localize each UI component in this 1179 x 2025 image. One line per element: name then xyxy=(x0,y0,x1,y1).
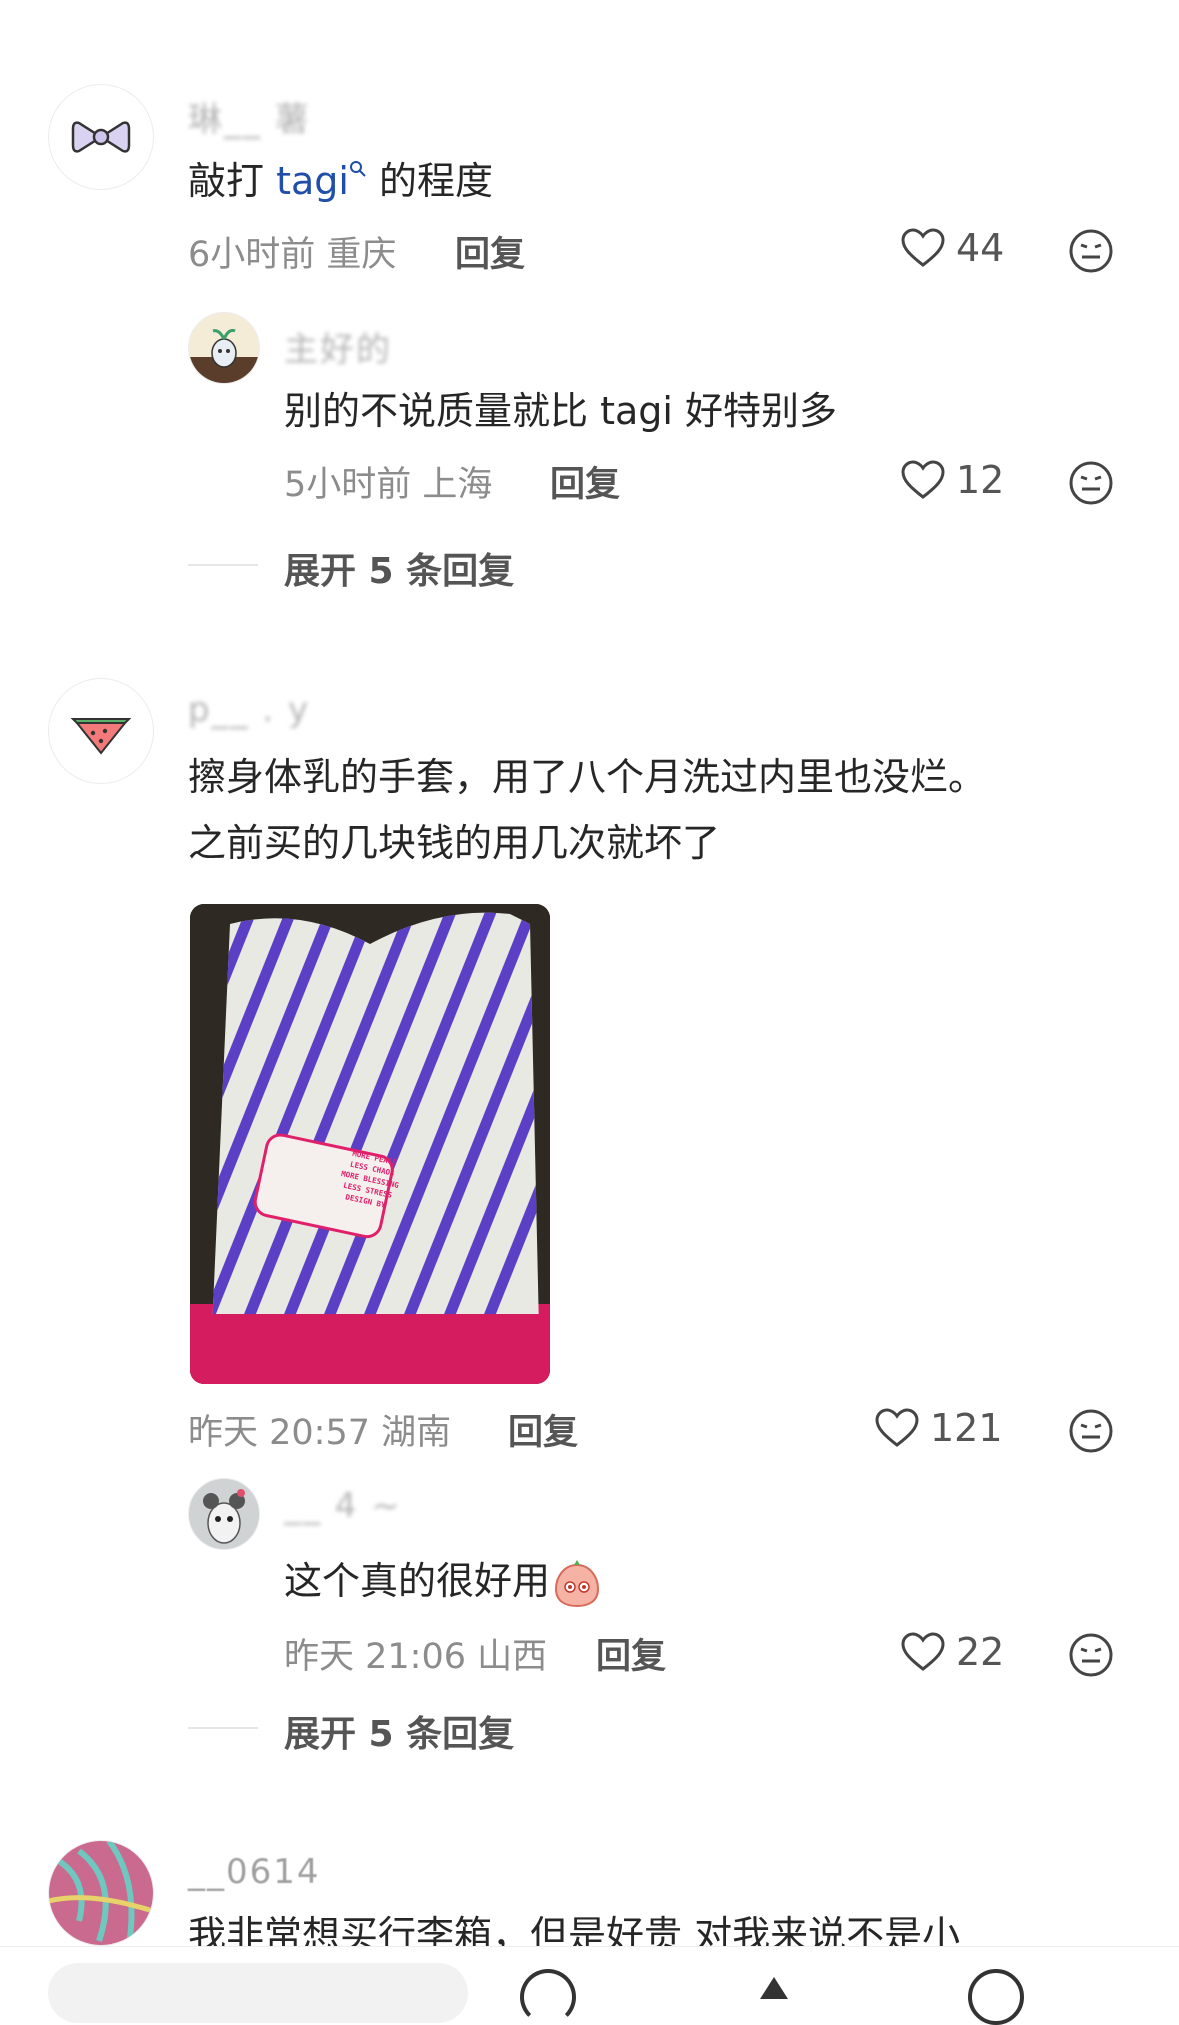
like-button[interactable]: 44 xyxy=(900,226,1004,270)
bottom-like-icon[interactable] xyxy=(520,1969,576,2025)
avatar-reply[interactable] xyxy=(188,1478,260,1550)
avatar-colorful[interactable] xyxy=(48,1840,154,1946)
like-button[interactable]: 22 xyxy=(900,1630,1004,1674)
react-button[interactable] xyxy=(1068,1408,1114,1458)
expand-divider xyxy=(188,564,258,566)
reply-button[interactable]: 回复 xyxy=(596,1628,666,1679)
comment-username[interactable]: __0614 xyxy=(188,1852,321,1892)
reply-text: 这个真的很好用 xyxy=(284,1548,602,1614)
reply-text-part: 这个真的很好用 xyxy=(284,1559,551,1603)
comment-username[interactable]: 琳__ 薯 xyxy=(188,92,311,141)
reply-username[interactable]: __ 4 ~ xyxy=(284,1486,402,1526)
emoji-face-icon xyxy=(1069,1409,1113,1453)
heart-outline-icon xyxy=(901,1632,945,1671)
comment-input[interactable] xyxy=(48,1963,468,2023)
comment-text-part: 敲打 xyxy=(188,159,277,203)
reply-text: 别的不说质量就比 tagi 好特别多 xyxy=(284,389,838,433)
comment-text: 敲打 tagi 的程度 xyxy=(188,148,493,214)
expand-replies-button[interactable]: 展开 5 条回复 xyxy=(284,1705,514,1757)
expand-replies-button[interactable]: 展开 5 条回复 xyxy=(284,542,514,594)
comment-time-location: 6小时前 重庆 xyxy=(188,235,397,275)
avatar-reply[interactable] xyxy=(188,312,260,384)
heart-outline-icon xyxy=(875,1408,919,1447)
comment-text-line: 之前买的几块钱的用几次就坏了 xyxy=(188,821,721,865)
expand-divider xyxy=(188,1727,258,1729)
like-count: 12 xyxy=(956,458,1005,502)
comment-text-part: 的程度 xyxy=(366,159,494,203)
like-count: 44 xyxy=(956,226,1005,270)
react-button[interactable] xyxy=(1068,228,1114,278)
emoji-face-icon xyxy=(1069,229,1113,273)
tag-link[interactable]: tagi xyxy=(276,159,367,203)
avatar-watermelon[interactable] xyxy=(48,678,154,784)
like-count: 22 xyxy=(956,1630,1005,1674)
comment-text-line: 擦身体乳的手套，用了八个月洗过内里也没烂。 xyxy=(188,755,987,799)
reply-button[interactable]: 回复 xyxy=(455,226,525,277)
comment-photo[interactable]: MORE PEACE LESS CHAOS MORE BLESSING LESS… xyxy=(190,904,550,1384)
reply-time-location: 5小时前 上海 xyxy=(284,465,493,505)
search-icon xyxy=(349,161,366,177)
reply-button[interactable]: 回复 xyxy=(550,456,620,507)
react-button[interactable] xyxy=(1068,460,1114,510)
like-count: 121 xyxy=(930,1406,1003,1450)
bottom-input-bar xyxy=(0,1946,1179,2025)
heart-outline-icon xyxy=(901,460,945,499)
comment-time-location: 昨天 20:57 湖南 xyxy=(188,1413,452,1453)
reply-username[interactable]: 主好的 xyxy=(284,322,392,371)
like-button[interactable]: 121 xyxy=(874,1406,1003,1450)
tag-link-label: tagi xyxy=(276,159,349,203)
reply-button[interactable]: 回复 xyxy=(508,1404,578,1455)
heart-outline-icon xyxy=(901,228,945,267)
bottom-comment-icon[interactable] xyxy=(968,1969,1024,2025)
like-button[interactable]: 12 xyxy=(900,458,1004,502)
avatar-bow[interactable] xyxy=(48,84,154,190)
react-button[interactable] xyxy=(1068,1632,1114,1682)
emoji-face-icon xyxy=(1069,1633,1113,1677)
reply-time-location: 昨天 21:06 山西 xyxy=(284,1637,548,1677)
bottom-star-icon[interactable] xyxy=(760,1977,788,1999)
emoji-face-icon xyxy=(1069,461,1113,505)
comment-username[interactable]: p__ . y xyxy=(188,690,310,730)
emoji-sticker-icon xyxy=(555,1559,600,1607)
